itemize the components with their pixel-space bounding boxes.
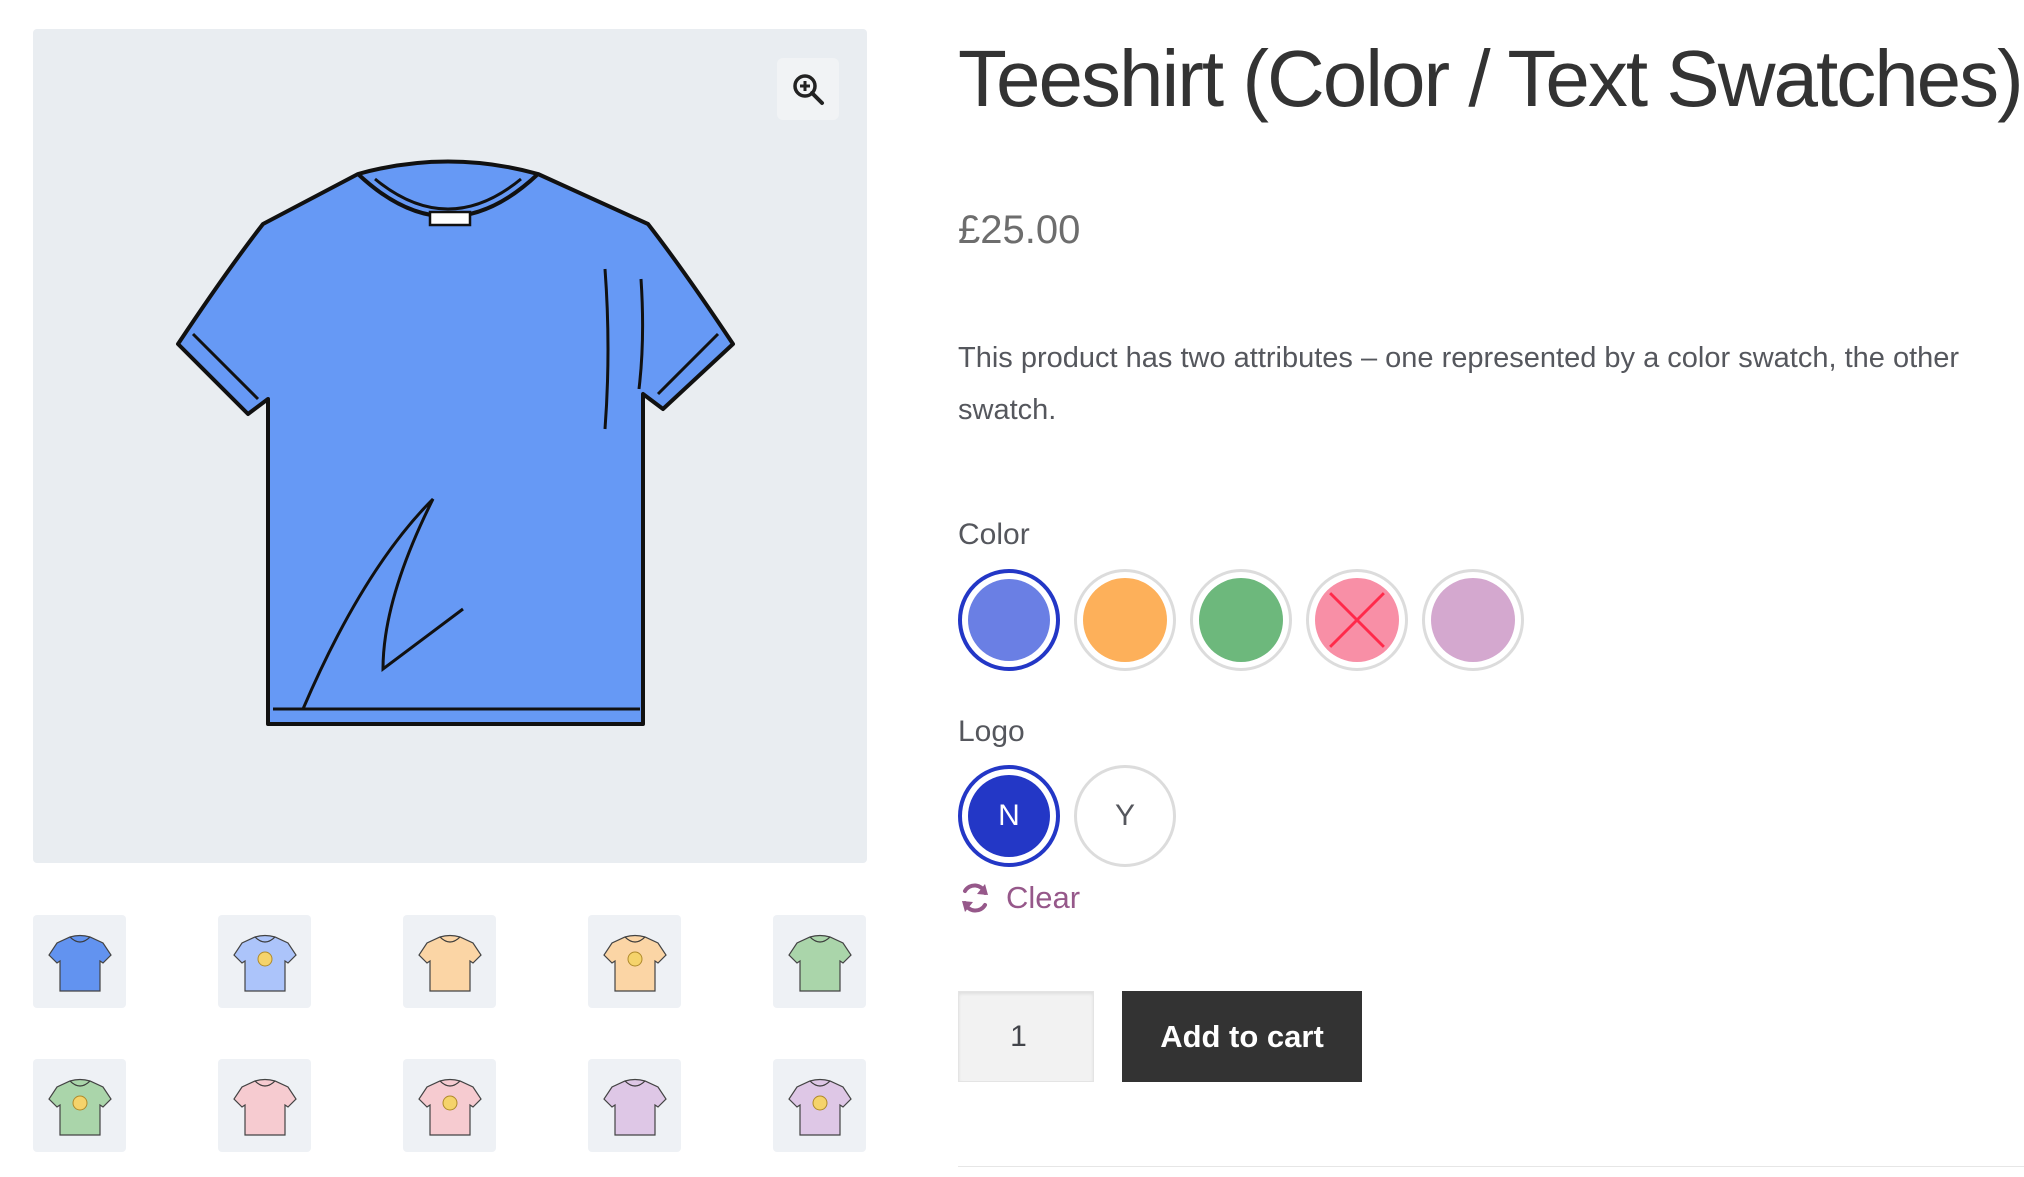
swatch-color-dot xyxy=(1431,578,1515,662)
swatch-color-dot xyxy=(968,579,1050,661)
color-swatch-list xyxy=(958,569,1524,671)
thumbnail[interactable] xyxy=(33,915,126,1008)
color-swatch-3[interactable] xyxy=(1190,569,1292,671)
tshirt-thumbnail-icon xyxy=(602,934,667,992)
thumbnail[interactable] xyxy=(403,915,496,1008)
swatch-label: N xyxy=(968,775,1050,857)
swatch-label: Y xyxy=(1114,799,1135,832)
product-main-image[interactable] xyxy=(33,29,867,863)
logo-swatch-list: NY xyxy=(958,765,1176,867)
tshirt-thumbnail-icon xyxy=(417,934,482,992)
tshirt-thumbnail-icon xyxy=(232,1078,297,1136)
tshirt-thumbnail-icon xyxy=(232,934,297,992)
thumbnail[interactable] xyxy=(588,1059,681,1152)
thumbnail[interactable] xyxy=(218,915,311,1008)
color-swatch-1[interactable] xyxy=(958,569,1060,671)
product-title: Teeshirt (Color / Text Swatches) xyxy=(958,34,2024,123)
product-summary: Teeshirt (Color / Text Swatches) £25.00 … xyxy=(958,0,2024,1177)
thumbnail[interactable] xyxy=(773,915,866,1008)
thumbnail[interactable] xyxy=(33,1059,126,1152)
logo-attribute-label: Logo xyxy=(958,715,1025,748)
clear-selection-link[interactable]: Clear xyxy=(958,880,1080,916)
thumbnail[interactable] xyxy=(218,1059,311,1152)
thumbnail[interactable] xyxy=(403,1059,496,1152)
zoom-in-icon xyxy=(793,74,824,105)
tshirt-thumbnail-icon xyxy=(602,1078,667,1136)
swatch-color-dot xyxy=(1199,578,1283,662)
color-swatch-2[interactable] xyxy=(1074,569,1176,671)
thumbnail[interactable] xyxy=(773,1059,866,1152)
swatch-color-dot xyxy=(1083,578,1167,662)
refresh-icon xyxy=(962,883,988,913)
logo-swatch-n[interactable]: N xyxy=(958,765,1060,867)
color-swatch-5[interactable] xyxy=(1422,569,1524,671)
product-description: This product has two attributes – one re… xyxy=(958,342,1960,426)
tshirt-thumbnail-icon xyxy=(417,1078,482,1136)
add-to-cart-button[interactable]: Add to cart xyxy=(1122,991,1362,1082)
tshirt-thumbnail-icon xyxy=(787,1078,852,1136)
divider xyxy=(958,1166,2024,1167)
clear-label: Clear xyxy=(1006,880,1081,915)
unavailable-cross-icon xyxy=(1329,592,1385,648)
zoom-button[interactable] xyxy=(777,58,839,120)
color-attribute-label: Color xyxy=(958,518,1030,551)
tshirt-illustration xyxy=(176,159,735,726)
tshirt-thumbnail-icon xyxy=(47,1078,112,1136)
thumbnail[interactable] xyxy=(588,915,681,1008)
color-swatch-4[interactable] xyxy=(1306,569,1408,671)
quantity-input[interactable] xyxy=(958,991,1094,1082)
tshirt-thumbnail-icon xyxy=(47,934,112,992)
product-price: £25.00 xyxy=(958,208,1081,252)
tshirt-thumbnail-icon xyxy=(787,934,852,992)
logo-swatch-y[interactable]: Y xyxy=(1074,765,1176,867)
